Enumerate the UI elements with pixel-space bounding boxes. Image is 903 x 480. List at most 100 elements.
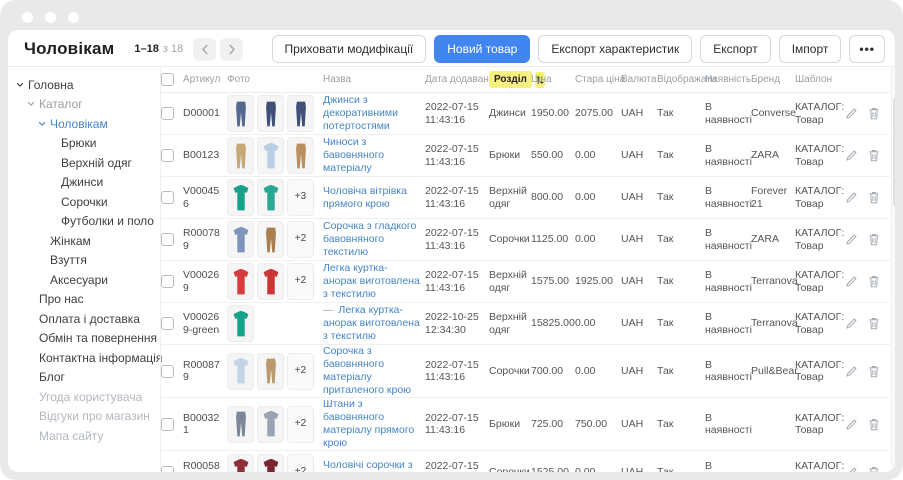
edit-icon[interactable] — [845, 418, 858, 431]
product-name-link[interactable]: Сорочка з гладкого бавовняного текстилю — [323, 220, 416, 258]
sidebar-item-жінкам[interactable]: Жінкам — [8, 231, 160, 251]
column-header-бренд[interactable]: Бренд — [751, 74, 795, 85]
more-photos-badge[interactable]: +2 — [287, 221, 314, 258]
product-photo-top-icon[interactable] — [227, 353, 254, 390]
product-photo-top-icon[interactable] — [227, 454, 254, 473]
more-button[interactable]: ••• — [849, 35, 885, 63]
edit-icon[interactable] — [845, 191, 858, 204]
product-photo-top-icon[interactable] — [227, 179, 254, 216]
row-checkbox[interactable] — [161, 317, 174, 330]
sidebar-item-відгуки-про-магазин[interactable]: Відгуки про магазин — [8, 407, 160, 427]
delete-icon[interactable] — [868, 275, 880, 288]
product-name-link[interactable]: — Легка куртка-анорак виготовлена з текс… — [323, 304, 420, 342]
sidebar-item-каталог[interactable]: Каталог — [8, 95, 160, 115]
column-header-відображати[interactable]: Відображати — [657, 74, 705, 85]
delete-icon[interactable] — [868, 317, 880, 330]
delete-icon[interactable] — [868, 466, 880, 473]
row-checkbox[interactable] — [161, 149, 174, 162]
product-photo-pants-icon[interactable] — [257, 221, 284, 258]
product-name-link[interactable]: Легка куртка-анорак виготовлена з тексти… — [323, 262, 420, 300]
row-checkbox[interactable] — [161, 107, 174, 120]
edit-icon[interactable] — [845, 233, 858, 246]
column-header-шаблон[interactable]: Шаблон — [795, 74, 845, 85]
sidebar-item-сорочки[interactable]: Сорочки — [8, 192, 160, 212]
scrollbar[interactable] — [891, 67, 895, 467]
more-photos-badge[interactable]: +2 — [287, 406, 314, 443]
column-header-валюта[interactable]: Валюта — [621, 74, 657, 85]
product-photo-pants-icon[interactable] — [257, 353, 284, 390]
column-header-стара-ціна[interactable]: Стара ціна — [575, 74, 621, 85]
product-photo-top-icon[interactable] — [227, 221, 254, 258]
product-name-link[interactable]: Чиноси з бавовняного матеріалу — [323, 136, 384, 174]
select-all-checkbox[interactable] — [161, 73, 174, 86]
sidebar-item-аксесуари[interactable]: Аксесуари — [8, 270, 160, 290]
delete-icon[interactable] — [868, 233, 880, 246]
product-photo-top-icon[interactable] — [257, 406, 284, 443]
delete-icon[interactable] — [868, 149, 880, 162]
row-checkbox[interactable] — [161, 191, 174, 204]
sidebar-item-верхній-одяг[interactable]: Верхній одяг — [8, 153, 160, 173]
column-header-ціна[interactable]: Ціна — [531, 74, 575, 85]
scrollbar-thumb[interactable] — [893, 97, 895, 207]
product-photo-top-icon[interactable] — [227, 263, 254, 300]
column-header-фото[interactable]: Фото — [227, 74, 323, 85]
more-photos-badge[interactable]: +2 — [287, 353, 314, 390]
row-checkbox[interactable] — [161, 275, 174, 288]
product-photo-top-icon[interactable] — [227, 305, 254, 342]
delete-icon[interactable] — [868, 191, 880, 204]
product-photo-pants-icon[interactable] — [287, 137, 314, 174]
edit-icon[interactable] — [845, 149, 858, 162]
edit-icon[interactable] — [845, 107, 858, 120]
sidebar-item-брюки[interactable]: Брюки — [8, 134, 160, 154]
more-photos-badge[interactable]: +2 — [287, 454, 314, 473]
row-checkbox[interactable] — [161, 466, 174, 473]
sidebar-item-головна[interactable]: Головна — [8, 75, 160, 95]
sidebar-item-джинси[interactable]: Джинси — [8, 173, 160, 193]
sidebar-item-взуття[interactable]: Взуття — [8, 251, 160, 271]
product-photo-top-icon[interactable] — [257, 179, 284, 216]
delete-icon[interactable] — [868, 365, 880, 378]
sidebar-item-чоловікам[interactable]: Чоловікам — [8, 114, 160, 134]
row-checkbox[interactable] — [161, 418, 174, 431]
edit-icon[interactable] — [845, 466, 858, 473]
column-header-наявність[interactable]: Наявність — [705, 74, 751, 85]
sidebar-item-про-нас[interactable]: Про нас — [8, 290, 160, 310]
import-button[interactable]: Імпорт — [779, 35, 842, 63]
column-header-артикул[interactable]: Артикул — [183, 74, 227, 85]
sidebar-item-контактна-інформація[interactable]: Контактна інформація — [8, 348, 160, 368]
sidebar-item-угода-користувача[interactable]: Угода користувача — [8, 387, 160, 407]
sidebar-item-футболки-и-поло[interactable]: Футболки и поло — [8, 212, 160, 232]
more-photos-badge[interactable]: +2 — [287, 263, 314, 300]
product-photo-pants-icon[interactable] — [287, 95, 314, 132]
product-photo-pants-icon[interactable] — [257, 95, 284, 132]
row-checkbox[interactable] — [161, 365, 174, 378]
column-header-дата-додавання[interactable]: Дата додавання — [425, 74, 489, 85]
product-photo-pants-icon[interactable] — [227, 406, 254, 443]
product-name-link[interactable]: Чоловічі сорочки з легкого текстилю — [323, 459, 413, 472]
edit-icon[interactable] — [845, 365, 858, 378]
edit-icon[interactable] — [845, 275, 858, 288]
export-characteristics-button[interactable]: Експорт характеристик — [538, 35, 692, 63]
edit-icon[interactable] — [845, 317, 858, 330]
product-photo-top-icon[interactable] — [257, 263, 284, 300]
sidebar-item-оплата-і-доставка[interactable]: Оплата і доставка — [8, 309, 160, 329]
sidebar-item-блог[interactable]: Блог — [8, 368, 160, 388]
product-photo-pants-icon[interactable] — [227, 95, 254, 132]
product-name-link[interactable]: Сорочка з бавовняного матеріалу притален… — [323, 345, 411, 396]
delete-icon[interactable] — [868, 107, 880, 120]
product-photo-top-icon[interactable] — [257, 137, 284, 174]
product-photo-pants-icon[interactable] — [227, 137, 254, 174]
next-page-button[interactable] — [220, 38, 243, 61]
column-header-назва[interactable]: Назва — [323, 74, 425, 85]
row-checkbox[interactable] — [161, 233, 174, 246]
delete-icon[interactable] — [868, 418, 880, 431]
more-photos-badge[interactable]: +3 — [287, 179, 314, 216]
sidebar-item-мапа-сайту[interactable]: Мапа сайту — [8, 426, 160, 446]
product-name-link[interactable]: Штани з бавовняного матеріалу прямого кр… — [323, 398, 414, 449]
new-product-button[interactable]: Новий товар — [434, 35, 530, 63]
product-name-link[interactable]: Чоловіча вітрівка прямого крою — [323, 185, 407, 210]
column-header-розділ[interactable]: Розділ — [489, 71, 531, 88]
sidebar-item-обмін-та-повернення[interactable]: Обмін та повернення — [8, 329, 160, 349]
export-button[interactable]: Експорт — [700, 35, 770, 63]
product-name-link[interactable]: Джинси з декоративними потертостями — [323, 94, 398, 132]
